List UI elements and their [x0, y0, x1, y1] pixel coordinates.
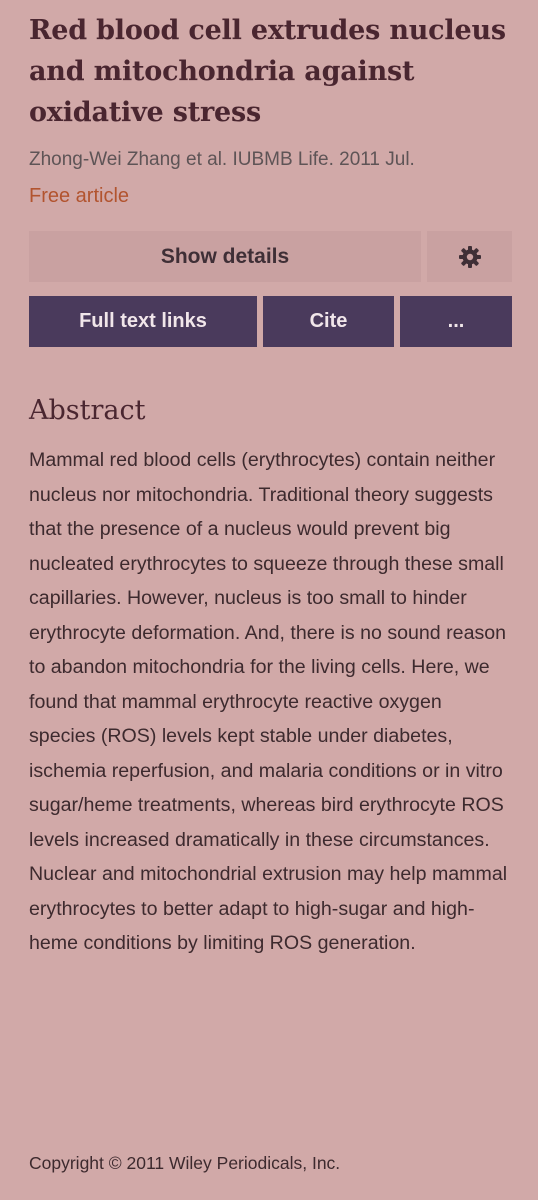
settings-button[interactable]: [427, 231, 512, 282]
action-buttons-row: Full text links Cite ...: [29, 296, 512, 347]
free-article-link[interactable]: Free article: [29, 183, 129, 209]
article-citation: Zhong-Wei Zhang et al. IUBMB Life. 2011 …: [29, 149, 415, 170]
more-actions-button[interactable]: ...: [400, 296, 512, 347]
article-page: Red blood cell extrudes nucleus and mito…: [0, 0, 538, 1200]
abstract-text: Mammal red blood cells (erythrocytes) co…: [29, 449, 508, 954]
abstract-heading: Abstract: [29, 395, 146, 426]
copyright-notice: Copyright © 2011 Wiley Periodicals, Inc.: [29, 1153, 341, 1173]
gear-icon: [458, 245, 482, 269]
article-title: Red blood cell extrudes nucleus and mito…: [29, 15, 506, 128]
full-text-links-button[interactable]: Full text links: [29, 296, 257, 347]
details-row: Show details: [29, 231, 512, 282]
show-details-button[interactable]: Show details: [29, 231, 421, 282]
cite-button[interactable]: Cite: [263, 296, 394, 347]
